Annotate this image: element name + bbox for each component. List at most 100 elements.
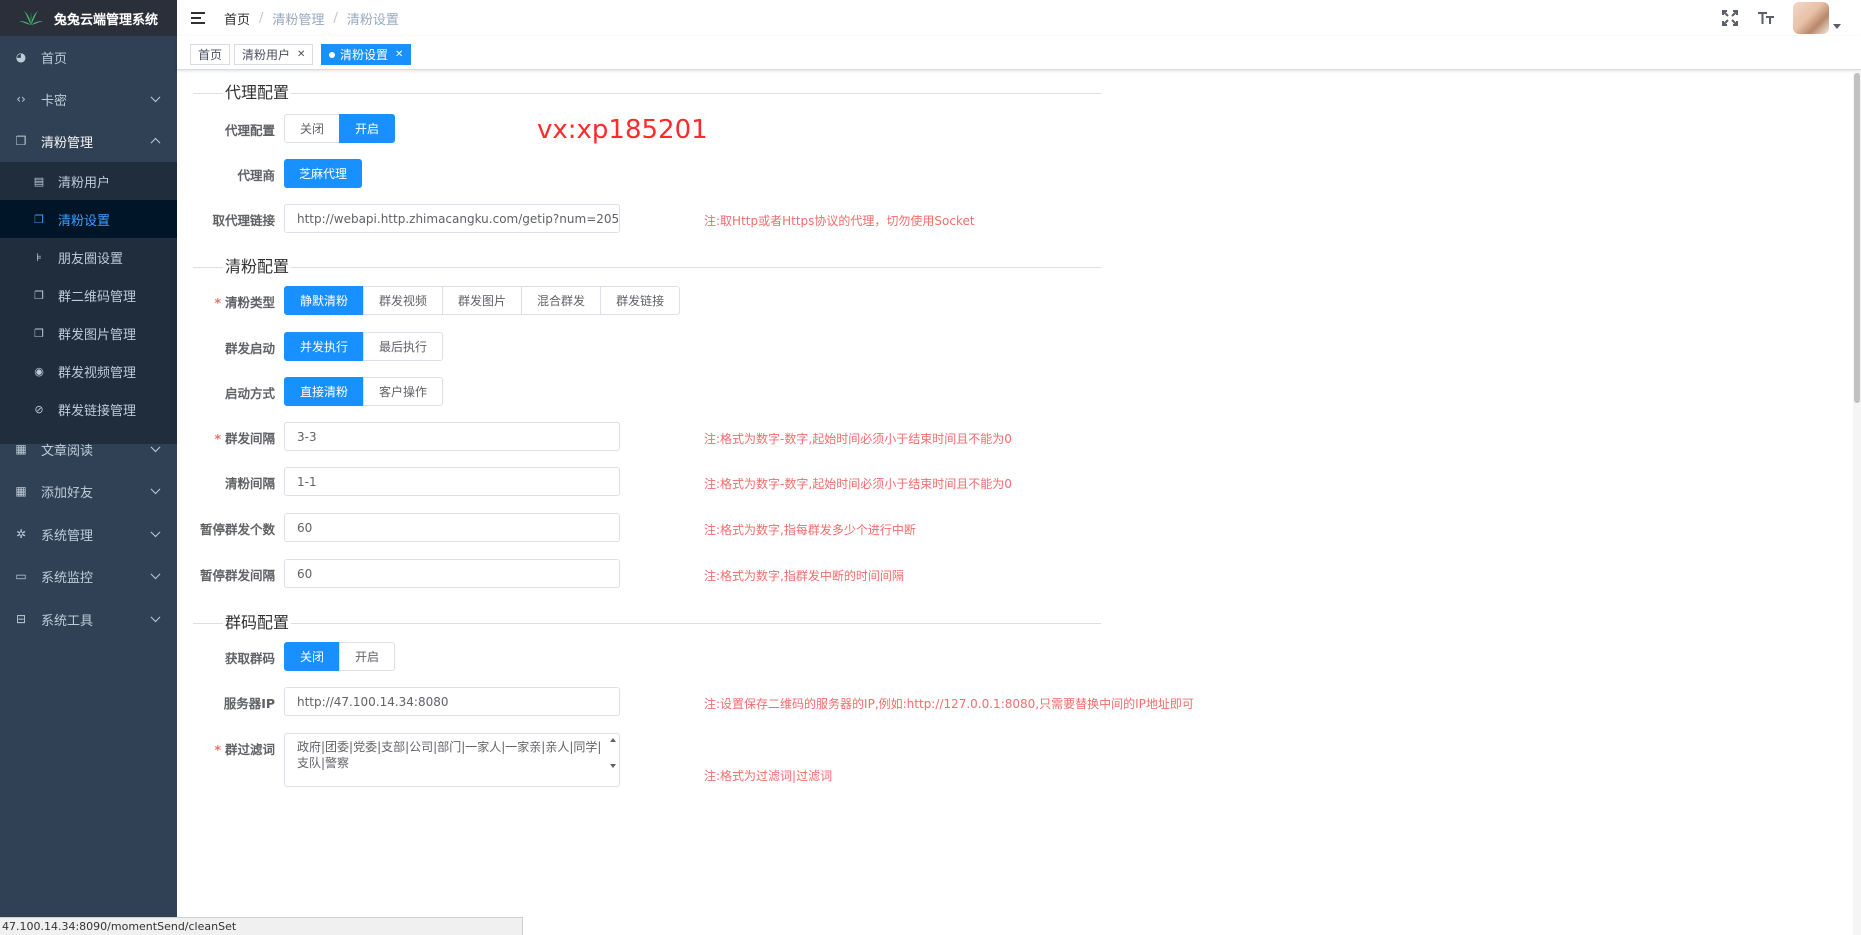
tag-label: 清粉设置 xyxy=(340,48,389,62)
sidebar-item-system-monitor[interactable]: ▭ 系统监控 xyxy=(0,555,177,597)
fullscreen-icon[interactable] xyxy=(1721,9,1739,27)
copy-icon: ❐ xyxy=(34,288,44,302)
row-server-ip: 服务器IP http://47.100.14.34:8080 注:设置保存二维码… xyxy=(177,687,1577,716)
row-proxy-link: 取代理链接 http://webapi.http.zhimacangku.com… xyxy=(177,204,1577,233)
scroll-down-icon[interactable] xyxy=(610,764,616,768)
proxy-link-input[interactable]: http://webapi.http.zhimacangku.com/getip… xyxy=(284,204,620,233)
logo-area[interactable]: 兔兔云端管理系统 xyxy=(0,0,177,36)
field-note: 注:格式为过滤词|过滤词 xyxy=(704,769,833,783)
get-code-off-button[interactable]: 关闭 xyxy=(284,642,341,671)
calendar-icon: ▦ xyxy=(15,484,27,498)
close-icon[interactable]: ✕ xyxy=(297,49,305,60)
sidebar-item-label: 清粉管理 xyxy=(41,135,94,151)
sidebar-item-card[interactable]: ‹› 卡密 xyxy=(0,78,177,120)
sidebar-item-home[interactable]: ◕ 首页 xyxy=(0,36,177,78)
section-title: 代理配置 xyxy=(223,83,292,103)
clean-type-silent-button[interactable]: 静默清粉 xyxy=(284,286,365,315)
breadcrumb: 首页 / 清粉管理 / 清粉设置 xyxy=(224,9,399,28)
sidebar-item-add-friends[interactable]: ▦ 添加好友 xyxy=(0,470,177,512)
sidebar-item-clean-settings[interactable]: ❐ 清粉设置 xyxy=(0,200,177,238)
sidebar-item-mass-videos[interactable]: ◉ 群发视频管理 xyxy=(0,352,177,390)
row-clean-interval: 清粉间隔 1-1 注:格式为数字-数字,起始时间必须小于结束时间且不能为0 xyxy=(177,467,1577,496)
section-title: 清粉配置 xyxy=(223,257,292,277)
breadcrumb-home[interactable]: 首页 xyxy=(224,9,250,28)
navbar-right xyxy=(1721,0,1841,36)
get-code-on-button[interactable]: 开启 xyxy=(339,642,396,671)
chevron-down-icon xyxy=(150,92,161,103)
link-icon: ⊘ xyxy=(34,402,44,416)
main-content: vx:xp185201 代理配置 代理配置 关闭 开启 代理商 芝麻代理 取代理… xyxy=(177,71,1861,935)
sidebar-item-clean-users[interactable]: ▤ 清粉用户 xyxy=(0,162,177,200)
active-dot-icon xyxy=(329,51,335,58)
clean-type-mixed-button[interactable]: 混合群发 xyxy=(521,286,602,315)
field-note: 注:格式为数字-数字,起始时间必须小于结束时间且不能为0 xyxy=(704,477,1012,491)
row-get-code: 获取群码 关闭 开启 xyxy=(177,642,1577,671)
navbar: 首页 / 清粉管理 / 清粉设置 xyxy=(177,0,1861,36)
sidebar-item-mass-links[interactable]: ⊘ 群发链接管理 xyxy=(0,390,177,428)
field-label: 群发间隔 xyxy=(177,428,275,447)
sidebar-item-system-management[interactable]: ✲ 系统管理 xyxy=(0,513,177,555)
field-label: 代理配置 xyxy=(224,123,275,138)
tag-label: 清粉用户 xyxy=(242,48,291,62)
sidebar-item-label: 添加好友 xyxy=(41,485,94,501)
field-label: 启动方式 xyxy=(224,386,275,401)
sidebar: 兔兔云端管理系统 ◕ 首页 ‹› 卡密 ❐ 清粉管理 ▤ 清粉用户 ❐ 清粉设置… xyxy=(0,0,177,935)
section-proxy: 代理配置 xyxy=(193,83,1101,103)
app-title: 兔兔云端管理系统 xyxy=(54,12,159,28)
textarea-scrollbar[interactable] xyxy=(607,734,619,786)
row-provider: 代理商 芝麻代理 xyxy=(177,159,1577,188)
mass-interval-input[interactable]: 3-3 xyxy=(284,422,620,451)
hamburger-icon[interactable] xyxy=(191,12,207,24)
field-note: 注:格式为数字,指群发中断的时间间隔 xyxy=(704,569,904,583)
last-exec-button[interactable]: 最后执行 xyxy=(363,332,444,361)
sidebar-item-label: 群发视频管理 xyxy=(58,365,137,381)
chevron-up-icon xyxy=(150,137,161,148)
sidebar-item-label: 首页 xyxy=(41,51,68,67)
tag-home[interactable]: 首页 xyxy=(190,44,231,65)
get-code-group: 关闭 开启 xyxy=(284,642,396,671)
sidebar-item-moments-settings[interactable]: ⊧ 朋友圈设置 xyxy=(0,238,177,276)
pause-interval-input[interactable]: 60 xyxy=(284,559,620,588)
logo-icon xyxy=(19,11,43,25)
sidebar-item-mass-images[interactable]: ❐ 群发图片管理 xyxy=(0,314,177,352)
clean-type-link-button[interactable]: 群发链接 xyxy=(600,286,681,315)
sidebar-item-system-tools[interactable]: ⊟ 系统工具 xyxy=(0,598,177,640)
close-icon[interactable]: ✕ xyxy=(395,49,403,60)
caret-down-icon[interactable] xyxy=(1833,23,1841,29)
section-title: 群码配置 xyxy=(223,613,292,633)
sidebar-item-group-qr[interactable]: ❐ 群二维码管理 xyxy=(0,276,177,314)
copy-icon: ❐ xyxy=(15,134,27,148)
clean-type-image-button[interactable]: 群发图片 xyxy=(442,286,523,315)
sidebar-item-clean-management[interactable]: ❐ 清粉管理 xyxy=(0,120,177,162)
customer-operation-button[interactable]: 客户操作 xyxy=(363,377,444,406)
clean-type-video-button[interactable]: 群发视频 xyxy=(363,286,444,315)
sidebar-item-article-reading[interactable]: ▦ 文章阅读 xyxy=(0,428,177,470)
row-pause-count: 暂停群发个数 60 注:格式为数字,指每群发多少个进行中断 xyxy=(177,513,1577,542)
breadcrumb-separator: / xyxy=(333,10,338,26)
scroll-up-icon[interactable] xyxy=(610,738,616,742)
server-ip-input[interactable]: http://47.100.14.34:8080 xyxy=(284,687,620,716)
field-label: 服务器IP xyxy=(223,696,275,711)
provider-button[interactable]: 芝麻代理 xyxy=(284,159,363,188)
row-mass-start: 群发启动 并发执行 最后执行 xyxy=(177,332,1577,361)
clean-interval-input[interactable]: 1-1 xyxy=(284,467,620,496)
sidebar-item-label: 卡密 xyxy=(41,93,68,109)
sidebar-item-label: 群二维码管理 xyxy=(58,289,137,305)
tag-clean-settings[interactable]: 清粉设置 ✕ xyxy=(321,44,412,65)
scrollbar-thumb[interactable] xyxy=(1854,73,1860,403)
proxy-on-button[interactable]: 开启 xyxy=(339,114,396,143)
form-icon: ▤ xyxy=(33,174,45,188)
proxy-off-button[interactable]: 关闭 xyxy=(284,114,341,143)
avatar[interactable] xyxy=(1793,2,1829,34)
direct-clean-button[interactable]: 直接清粉 xyxy=(284,377,365,406)
tag-clean-users[interactable]: 清粉用户 ✕ xyxy=(234,44,314,65)
row-proxy-config: 代理配置 关闭 开启 xyxy=(177,114,1577,143)
pause-count-input[interactable]: 60 xyxy=(284,513,620,542)
font-size-icon[interactable] xyxy=(1757,9,1775,27)
copy-icon: ❐ xyxy=(34,212,44,226)
sidebar-item-label: 群发链接管理 xyxy=(58,403,137,419)
concurrent-exec-button[interactable]: 并发执行 xyxy=(284,332,365,361)
chevron-down-icon xyxy=(150,484,161,495)
page-scrollbar[interactable] xyxy=(1853,71,1861,935)
group-filter-textarea[interactable]: 政府|团委|党委|支部|公司|部门|一家人|一家亲|亲人|同学|支队|警察 xyxy=(284,733,620,787)
